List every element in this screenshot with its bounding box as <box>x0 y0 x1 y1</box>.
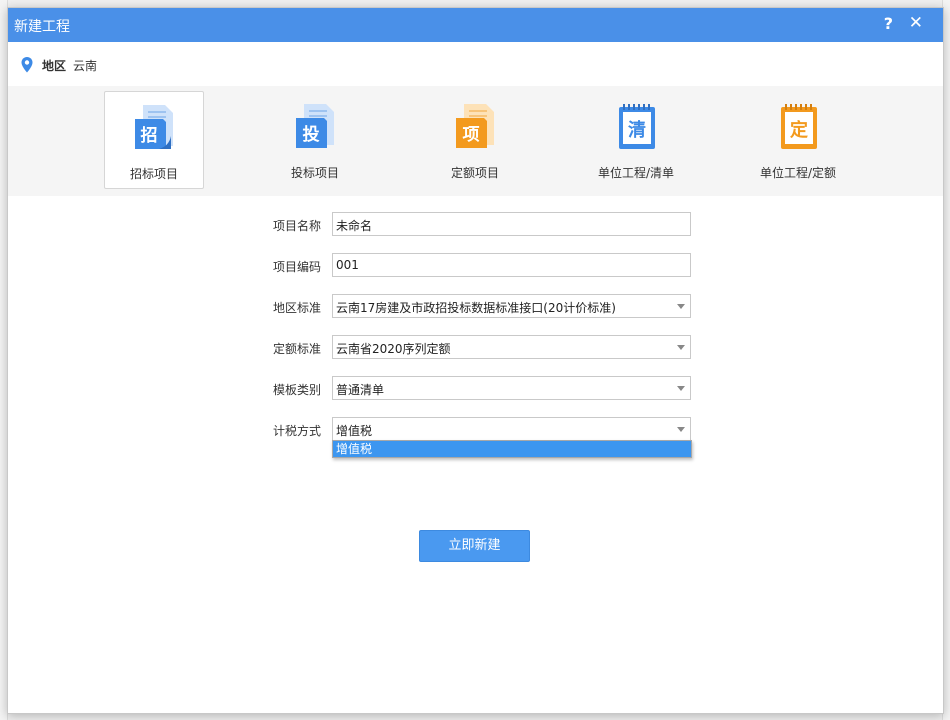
chevron-down-icon <box>677 304 685 309</box>
template-type-select[interactable]: 普通清单 <box>332 376 691 400</box>
svg-text:定: 定 <box>790 119 808 141</box>
location-pin-icon <box>21 57 33 73</box>
template-type-value: 普通清单 <box>336 383 385 397</box>
project-type-unit-quota[interactable]: 定 单位工程/定额 <box>748 91 848 189</box>
project-type-tender[interactable]: 投 投标项目 <box>265 91 365 189</box>
svg-text:项: 项 <box>463 125 480 145</box>
project-type-unit-bill-label: 单位工程/清单 <box>597 166 675 180</box>
quota-standard-value: 云南省2020序列定额 <box>336 342 451 356</box>
template-type-row: 模板类别 普通清单 <box>8 376 943 400</box>
help-icon[interactable]: ? <box>884 14 893 33</box>
project-type-unit-quota-label: 单位工程/定额 <box>759 166 837 180</box>
quota-standard-select[interactable]: 云南省2020序列定额 <box>332 335 691 359</box>
tax-method-value: 增值税 <box>336 424 373 438</box>
new-project-dialog: 新建工程 ? ✕ 地区 云南 招 招标项目 投 投标项目 项 定额项目 清 单位… <box>7 7 944 714</box>
project-code-row: 项目编码 001 <box>8 253 943 277</box>
dialog-titlebar: 新建工程 ? ✕ <box>8 8 943 42</box>
bid-document-icon: 招 <box>135 105 173 149</box>
template-type-label: 模板类别 <box>272 383 321 397</box>
project-code-input[interactable]: 001 <box>332 253 691 277</box>
region-standard-row: 地区标准 云南17房建及市政招投标数据标准接口(20计价标准) <box>8 294 943 318</box>
project-name-row: 项目名称 未命名 <box>8 212 943 236</box>
svg-text:清: 清 <box>628 120 646 141</box>
project-type-bid[interactable]: 招 招标项目 <box>104 91 204 189</box>
region-row: 地区 云南 <box>20 55 97 75</box>
project-code-label: 项目编码 <box>272 260 321 274</box>
chevron-down-icon <box>677 345 685 350</box>
region-value[interactable]: 云南 <box>73 57 97 74</box>
notebook-icon: 定 <box>781 104 817 149</box>
quota-project-icon: 项 <box>456 104 494 148</box>
create-now-button[interactable]: 立即新建 <box>419 530 530 562</box>
project-type-quota[interactable]: 项 定额项目 <box>425 91 525 189</box>
tax-method-select[interactable]: 增值税 <box>332 417 691 441</box>
quota-standard-row: 定额标准 云南省2020序列定额 <box>8 335 943 359</box>
notebook-icon: 清 <box>619 104 655 149</box>
region-standard-select[interactable]: 云南17房建及市政招投标数据标准接口(20计价标准) <box>332 294 691 318</box>
project-type-bar: 招 招标项目 投 投标项目 项 定额项目 清 单位工程/清单 定 单位工程/定额 <box>8 86 943 196</box>
quota-standard-label: 定额标准 <box>272 342 321 356</box>
project-type-bid-label: 招标项目 <box>129 167 178 181</box>
region-standard-label: 地区标准 <box>272 301 321 315</box>
tender-document-icon: 投 <box>296 104 334 148</box>
tax-method-row: 计税方式 增值税 <box>8 417 943 441</box>
close-icon[interactable]: ✕ <box>909 13 923 33</box>
svg-text:招: 招 <box>141 125 158 146</box>
project-type-unit-bill[interactable]: 清 单位工程/清单 <box>586 91 686 189</box>
region-standard-value: 云南17房建及市政招投标数据标准接口(20计价标准) <box>336 301 616 315</box>
project-name-label: 项目名称 <box>272 219 321 233</box>
project-type-quota-label: 定额项目 <box>450 166 499 180</box>
svg-text:投: 投 <box>303 124 320 145</box>
region-label: 地区 <box>42 58 67 73</box>
chevron-down-icon <box>677 386 685 391</box>
project-name-input[interactable]: 未命名 <box>332 212 691 236</box>
dialog-title: 新建工程 <box>14 19 70 35</box>
tax-method-option-vat[interactable]: 增值税 <box>333 441 691 457</box>
chevron-down-icon <box>677 427 685 432</box>
tax-method-dropdown: 增值税 <box>332 440 692 458</box>
tax-method-label: 计税方式 <box>272 424 321 438</box>
project-type-tender-label: 投标项目 <box>290 166 339 180</box>
